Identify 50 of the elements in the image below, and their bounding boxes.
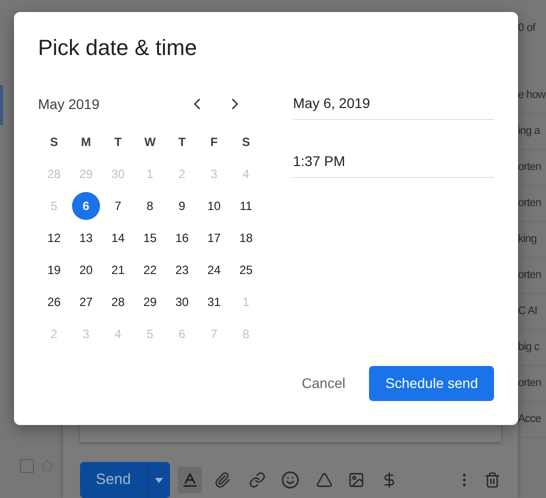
calendar-day[interactable]: 27 (72, 288, 100, 316)
calendar-day[interactable]: 22 (136, 256, 164, 284)
calendar-day[interactable]: 6 (72, 192, 100, 220)
message-snippet: orten (518, 196, 542, 212)
dialog-title: Pick date & time (38, 34, 198, 62)
calendar-day[interactable]: 29 (136, 288, 164, 316)
message-snippet: orten (518, 160, 542, 176)
cancel-button[interactable]: Cancel (288, 366, 360, 400)
calendar-day[interactable]: 9 (168, 192, 196, 220)
weekday-label: S (242, 134, 250, 151)
calendar-day[interactable]: 21 (104, 256, 132, 284)
month-label: May 2019 (38, 94, 100, 114)
pagination-text: 0 of (518, 21, 536, 36)
schedule-send-button[interactable]: Schedule send (369, 366, 494, 401)
time-field[interactable]: 1:37 PM (293, 146, 494, 178)
weekday-label: S (50, 134, 58, 151)
calendar-day[interactable]: 15 (136, 224, 164, 252)
calendar-day[interactable]: 20 (72, 256, 100, 284)
message-snippet: ing a (518, 124, 540, 140)
calendar-day[interactable]: 28 (104, 288, 132, 316)
weekday-label: T (114, 134, 122, 151)
calendar-day[interactable]: 23 (168, 256, 196, 284)
calendar-day[interactable]: 17 (200, 224, 228, 252)
calendar-day[interactable]: 14 (104, 224, 132, 252)
message-snippet: C AI (518, 304, 538, 320)
calendar-day[interactable]: 12 (40, 224, 68, 252)
calendar-day[interactable]: 30 (168, 288, 196, 316)
weekday-label: M (81, 134, 91, 151)
message-snippet: orten (518, 376, 542, 392)
calendar-day[interactable]: 8 (136, 192, 164, 220)
weekday-label: W (144, 134, 156, 151)
weekday-label: T (178, 134, 186, 151)
calendar-day[interactable]: 24 (200, 256, 228, 284)
calendar-day[interactable]: 10 (200, 192, 228, 220)
message-snippet: king (518, 232, 537, 248)
message-snippet: e how (518, 88, 546, 104)
weekday-label: F (210, 134, 218, 151)
calendar-day[interactable]: 18 (232, 224, 260, 252)
message-snippet: Acce (518, 412, 541, 428)
calendar-day[interactable]: 25 (232, 256, 260, 284)
date-field[interactable]: May 6, 2019 (293, 88, 494, 120)
calendar-day[interactable]: 11 (232, 192, 260, 220)
calendar-day[interactable]: 19 (40, 256, 68, 284)
calendar-day[interactable]: 26 (40, 288, 68, 316)
calendar-day[interactable]: 7 (104, 192, 132, 220)
calendar-day[interactable]: 16 (168, 224, 196, 252)
calendar-day[interactable]: 31 (200, 288, 228, 316)
message-snippet: big c (518, 340, 540, 356)
message-snippet: orten (518, 268, 542, 284)
calendar-day[interactable]: 13 (72, 224, 100, 252)
